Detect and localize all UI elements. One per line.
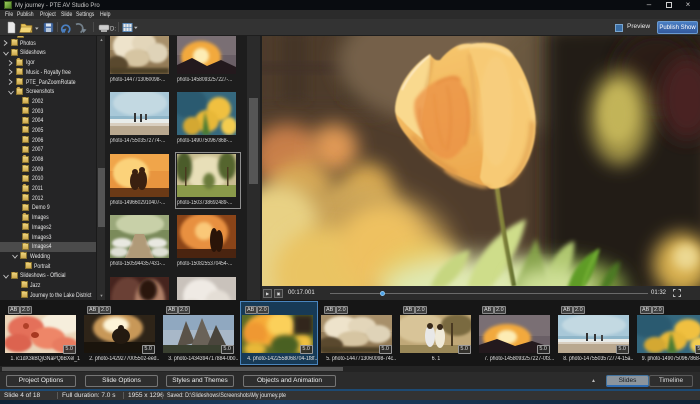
svg-text:D:: D:: [110, 27, 116, 33]
